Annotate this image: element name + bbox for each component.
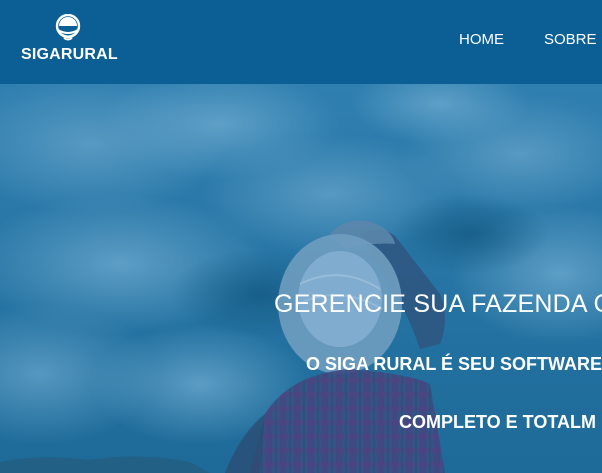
hero-title: GERENCIE SUA FAZENDA C: [274, 290, 602, 318]
sunrise-signal-icon: [55, 14, 81, 41]
top-navbar: SIGARURAL HOME SOBRE: [0, 0, 602, 84]
brand-logo[interactable]: SIGARURAL: [20, 12, 124, 68]
brand-name: SIGARURAL: [21, 46, 118, 63]
hero-subtitle-line-2: COMPLETO E TOTALM: [399, 412, 596, 432]
nav-link-home[interactable]: HOME: [459, 31, 504, 48]
hero-subtitle-line-1: O SIGA RURAL É SEU SOFTWARE: [306, 354, 602, 374]
hero-banner: GERENCIE SUA FAZENDA C O SIGA RURAL É SE…: [0, 84, 602, 473]
page: SIGARURAL HOME SOBRE GERENCIE SUA FAZEND…: [0, 0, 602, 473]
nav-link-sobre[interactable]: SOBRE: [544, 31, 597, 48]
